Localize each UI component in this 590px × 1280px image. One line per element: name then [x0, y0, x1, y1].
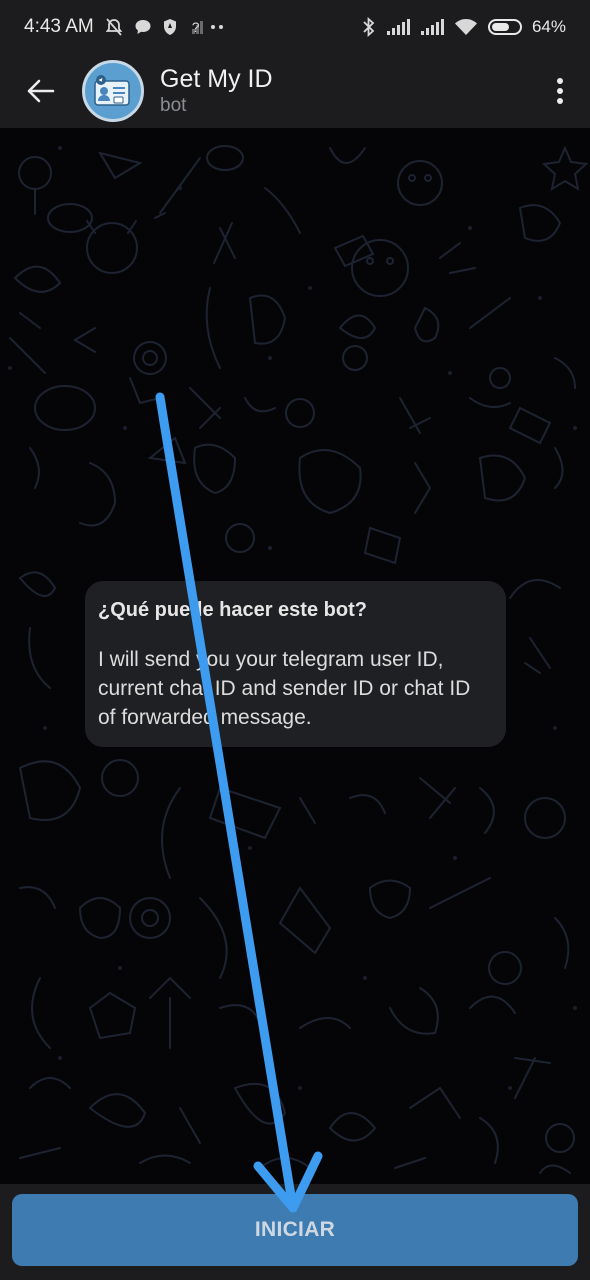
battery-percent: 64%	[531, 17, 566, 36]
chat-header: Get My ID bot	[0, 54, 590, 128]
bot-info-description: I will send you your telegram user ID, c…	[98, 648, 471, 729]
wifi-icon	[454, 18, 478, 36]
chat-title: Get My ID	[160, 65, 273, 93]
more-dots-icon	[210, 24, 224, 30]
bot-info-title: ¿Qué puede hacer este bot?	[98, 599, 367, 621]
bluetooth-icon	[362, 17, 376, 37]
notifications-off-icon	[104, 17, 124, 37]
status-bar: 4:43 AM ? 64%	[0, 0, 590, 54]
status-right: 64%	[362, 17, 566, 37]
no-signal-text: ?	[191, 19, 200, 35]
clock: 4:43 AM	[24, 16, 94, 37]
bot-info-card: ¿Qué puede hacer este bot? I will send y…	[85, 581, 506, 747]
more-vertical-icon	[557, 78, 563, 104]
chat-area[interactable]: ¿Qué puede hacer este bot? I will send y…	[0, 128, 590, 1184]
more-options-button[interactable]	[530, 54, 590, 128]
back-button[interactable]	[0, 54, 82, 128]
status-left: 4:43 AM ?	[24, 16, 224, 38]
battery-fill	[491, 23, 509, 31]
start-button[interactable]: INICIAR	[12, 1194, 578, 1266]
signal-icon	[386, 18, 410, 36]
bot-avatar[interactable]	[82, 60, 144, 122]
signal-icon	[420, 18, 444, 36]
bottom-bar: INICIAR	[0, 1184, 590, 1280]
no-signal-icon: ?	[188, 18, 203, 36]
id-card-icon	[94, 75, 130, 106]
chat-bubble-icon	[134, 18, 152, 36]
shield-icon	[162, 18, 178, 36]
chat-title-block[interactable]: Get My ID bot	[160, 64, 530, 118]
battery-icon	[487, 19, 522, 35]
chat-subtitle: bot	[160, 95, 187, 116]
arrow-left-icon	[27, 79, 55, 103]
